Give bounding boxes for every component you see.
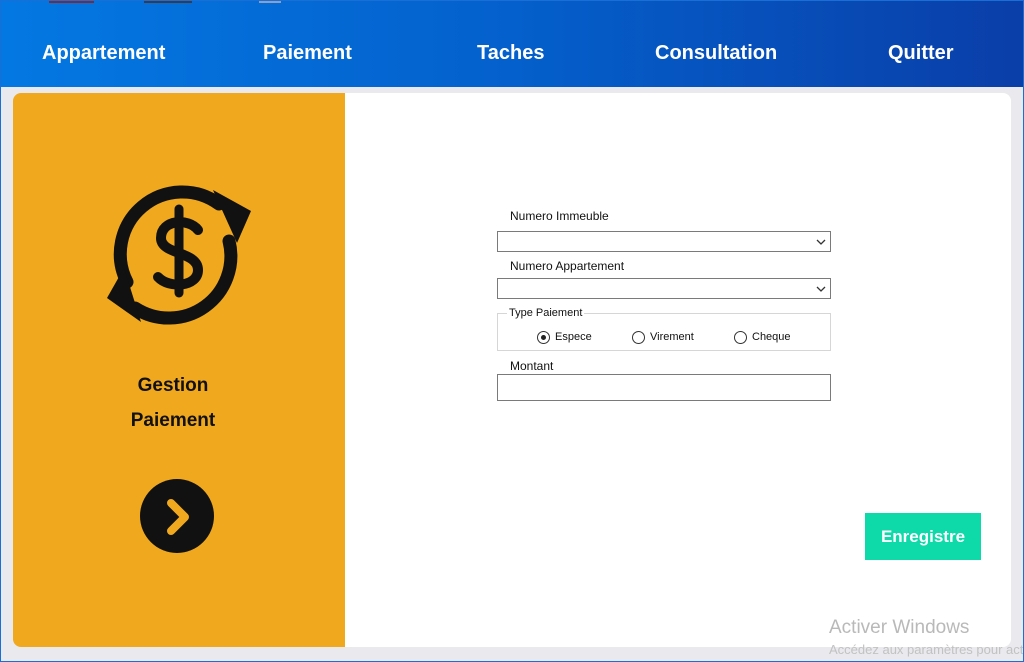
chevron-right-icon xyxy=(167,499,189,535)
numero-appartement-combo[interactable] xyxy=(497,278,831,299)
radio-button-icon xyxy=(734,331,747,344)
activate-windows-title: Activer Windows xyxy=(829,617,970,638)
nav-paiement[interactable]: Paiement xyxy=(263,42,352,65)
radio-virement-label: Virement xyxy=(650,331,694,343)
numero-immeuble-combo[interactable] xyxy=(497,231,831,252)
radio-button-icon xyxy=(632,331,645,344)
radio-button-icon xyxy=(537,331,550,344)
top-navigation-bar: Appartement Paiement Taches Consultation… xyxy=(1,1,1023,87)
montant-label: Montant xyxy=(510,359,554,373)
montant-input[interactable] xyxy=(497,374,831,401)
panel-title-line1: Gestion xyxy=(137,375,209,396)
nav-consultation[interactable]: Consultation xyxy=(655,42,777,65)
next-button[interactable] xyxy=(140,479,214,553)
top-strip-decoration xyxy=(259,1,281,3)
type-paiement-label: Type Paiement xyxy=(507,307,585,319)
panel-title-line2: Paiement xyxy=(130,410,216,431)
save-button[interactable]: Enregistre xyxy=(865,513,981,560)
side-panel xyxy=(13,93,345,647)
numero-appartement-label: Numero Appartement xyxy=(510,259,625,273)
nav-taches[interactable]: Taches xyxy=(477,42,544,65)
top-strip-decoration xyxy=(49,1,94,3)
radio-espece-label: Espece xyxy=(555,331,592,343)
form-panel xyxy=(345,93,1011,647)
radio-selected-dot xyxy=(541,335,546,340)
chevron-down-icon xyxy=(816,239,826,245)
nav-quitter[interactable]: Quitter xyxy=(888,42,954,65)
radio-cheque-label: Cheque xyxy=(752,331,791,343)
money-exchange-icon xyxy=(101,181,256,331)
numero-immeuble-label: Numero Immeuble xyxy=(510,209,609,223)
nav-appartement[interactable]: Appartement xyxy=(42,42,165,65)
activate-windows-subtitle: Accédez aux paramètres pour activer Wind… xyxy=(829,642,1024,657)
top-strip-decoration xyxy=(144,1,192,3)
chevron-down-icon xyxy=(816,286,826,292)
app-window: Appartement Paiement Taches Consultation… xyxy=(0,0,1024,662)
